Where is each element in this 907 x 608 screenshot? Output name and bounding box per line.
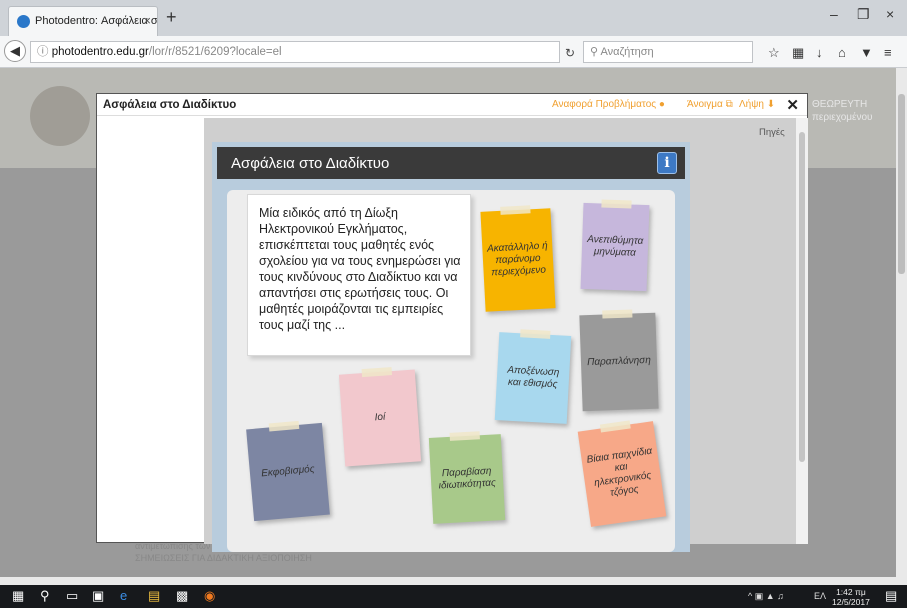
reload-icon[interactable]: ↻ [565,46,575,60]
task-view-icon[interactable]: ▭ [66,588,78,604]
background-side-title: ΘΕΩΡΕΥΤΗ [812,99,868,110]
intro-text: Μία ειδικός από τη Δίωξη Ηλεκτρονικού Εγ… [259,206,461,332]
search-input[interactable]: ⚲ Αναζήτηση [583,41,753,63]
background-side-text: ΘΕΩΡΕΥΤΗ περιεχομένου [812,98,873,124]
page-content: ΘΕΩΡΕΥΤΗ περιεχομένου αντιμετώπισης των … [0,68,896,577]
intro-text-card: Μία ειδικός από τη Δίωξη Ηλεκτρονικού Εγ… [247,194,471,356]
file-explorer-icon[interactable]: ▤ [148,588,160,604]
background-footer-line1: ΣΗΜΕΙΩΣΕΙΣ ΓΙΑ ΔΙΔΑΚΤΙΚΗ ΑΞΙΟΠΟΙΗΣΗ [135,553,312,563]
clock-date: 12/5/2017 [832,597,870,607]
browser-tab[interactable]: Photodentro: Ασφάλεια στο × [8,6,158,36]
modal-title: Ασφάλεια στο Διαδίκτυο [103,99,237,111]
note-unwanted[interactable]: Ανεπιθύμητα μηνύματα [580,199,650,292]
info-icon[interactable]: ⓘ [37,46,52,58]
lesson-title: Ασφάλεια στο Διαδίκτυο [231,155,390,172]
report-problem-link[interactable]: Αναφορά Προβλήματος ● [552,99,665,110]
windows-taskbar: ▦ ⚲ ▭ ▣ e ▤ ▩ ◉ ^ ▣ ▲ ♫ ΕΛ 1:42 πμ 12/5/… [0,585,907,608]
site-favicon-icon [17,15,30,28]
lesson-frame: Ασφάλεια στο Διαδίκτυο i Μία ειδικός από… [212,142,690,552]
note-label: Ανεπιθύμητα μηνύματα [587,234,644,259]
address-bar[interactable]: ⓘ photodentro.edu.gr/lor/r/8521/6209?loc… [30,41,560,63]
language-indicator[interactable]: ΕΛ [814,591,826,601]
url-host: photodentro.edu.gr [51,46,149,58]
tab-title: Photodentro: Ασφάλεια στο [35,15,158,27]
app-icon[interactable]: ▩ [176,588,188,604]
download-icon[interactable]: ↓ [816,45,823,60]
background-side-subtitle: περιεχομένου [812,112,873,123]
store-icon[interactable]: ▣ [92,588,104,604]
pocket-icon[interactable]: ▼ [860,45,873,60]
notes-board: Μία ειδικός από τη Δίωξη Ηλεκτρονικού Εγ… [227,190,675,552]
page-vertical-scrollbar[interactable] [896,68,907,577]
lesson-viewer: Πηγές Ασφάλεια στο Διαδίκτυο i Μία ειδικ… [204,118,796,552]
note-label: Ακατάλληλο ή παράνομο περιεχόμενο [486,240,548,279]
search-icon: ⚲ [590,46,601,58]
modal-scrollbar[interactable] [796,118,808,544]
modal-close-button[interactable]: ✕ [786,96,799,114]
notifications-icon[interactable]: ▤ [885,588,897,604]
minimize-button[interactable]: – [830,6,838,22]
note-label: Αποξένωση και εθισμός [507,364,560,391]
maximize-button[interactable]: ❐ [857,6,870,23]
page-horizontal-scrollbar[interactable] [0,577,907,585]
tray-icons[interactable]: ^ ▣ ▲ ♫ [748,591,784,602]
tab-bar: Photodentro: Ασφάλεια στο × + – ❐ × [0,0,907,36]
menu-icon[interactable]: ≡ [884,45,892,60]
navigation-bar: ◀ ⓘ photodentro.edu.gr/lor/r/8521/6209?l… [0,36,907,68]
open-link[interactable]: Άνοιγμα ⧉ [687,99,733,110]
report-problem-label: Αναφορά Προβλήματος [552,99,657,110]
lesson-header: Ασφάλεια στο Διαδίκτυο i [217,147,685,179]
note-deception[interactable]: Παραπλάνηση [579,309,659,412]
open-label: Άνοιγμα [687,99,723,110]
note-label: Εκφοβισμός [260,463,316,480]
tab-close-icon[interactable]: × [143,13,151,28]
star-icon[interactable]: ☆ [768,45,780,61]
close-window-button[interactable]: × [886,6,894,22]
note-privacy[interactable]: Παραβίαση ιδιωτικότητας [428,431,506,524]
modal-scrollbar-thumb[interactable] [799,132,805,462]
note-label: Βίαια παιχνίδια και ηλεκτρονικός τζόγος [585,445,653,499]
search-taskbar-icon[interactable]: ⚲ [40,588,50,604]
back-button[interactable]: ◀ [4,40,26,62]
note-label: Παραβίαση ιδιωτικότητας [438,465,497,492]
edge-icon[interactable]: e [120,588,127,603]
comment-icon: ● [658,99,665,110]
note-inappropriate[interactable]: Ακατάλληλο ή παράνομο περιεχόμενο [480,205,556,312]
note-viruses[interactable]: Ιοί [338,367,422,467]
clock-time: 1:42 πμ [836,587,866,597]
resource-modal: Ασφάλεια στο Διαδίκτυο Αναφορά Προβλήματ… [96,93,808,552]
download-arrow-icon: ⬇ [766,99,776,110]
note-violent-games[interactable]: Βίαια παιχνίδια και ηλεκτρονικός τζόγος [577,420,667,527]
note-isolation[interactable]: Αποξένωση και εθισμός [494,329,572,424]
external-link-icon: ⧉ [725,99,733,110]
bookmarks-icon[interactable]: ▦ [792,45,804,61]
note-bullying[interactable]: Εκφοβισμός [246,420,330,522]
search-placeholder: Αναζήτηση [600,46,654,58]
modal-header: Ασφάλεια στο Διαδίκτυο Αναφορά Προβλήματ… [97,94,807,116]
taskbar-clock[interactable]: 1:42 πμ 12/5/2017 [832,587,870,607]
new-tab-button[interactable]: + [166,7,177,28]
download-link[interactable]: Λήψη ⬇ [739,99,775,110]
start-icon[interactable]: ▦ [12,588,24,604]
background-logo [30,86,90,146]
note-label: Ιοί [374,411,386,424]
firefox-icon[interactable]: ◉ [204,588,215,604]
page-scrollbar-thumb[interactable] [898,94,905,274]
download-label: Λήψη [739,99,764,110]
info-button[interactable]: i [657,152,677,174]
note-label: Παραπλάνηση [586,354,651,369]
sources-link[interactable]: Πηγές [759,127,785,138]
url-path: /lor/r/8521/6209?locale=el [148,46,282,58]
home-icon[interactable]: ⌂ [838,45,846,60]
